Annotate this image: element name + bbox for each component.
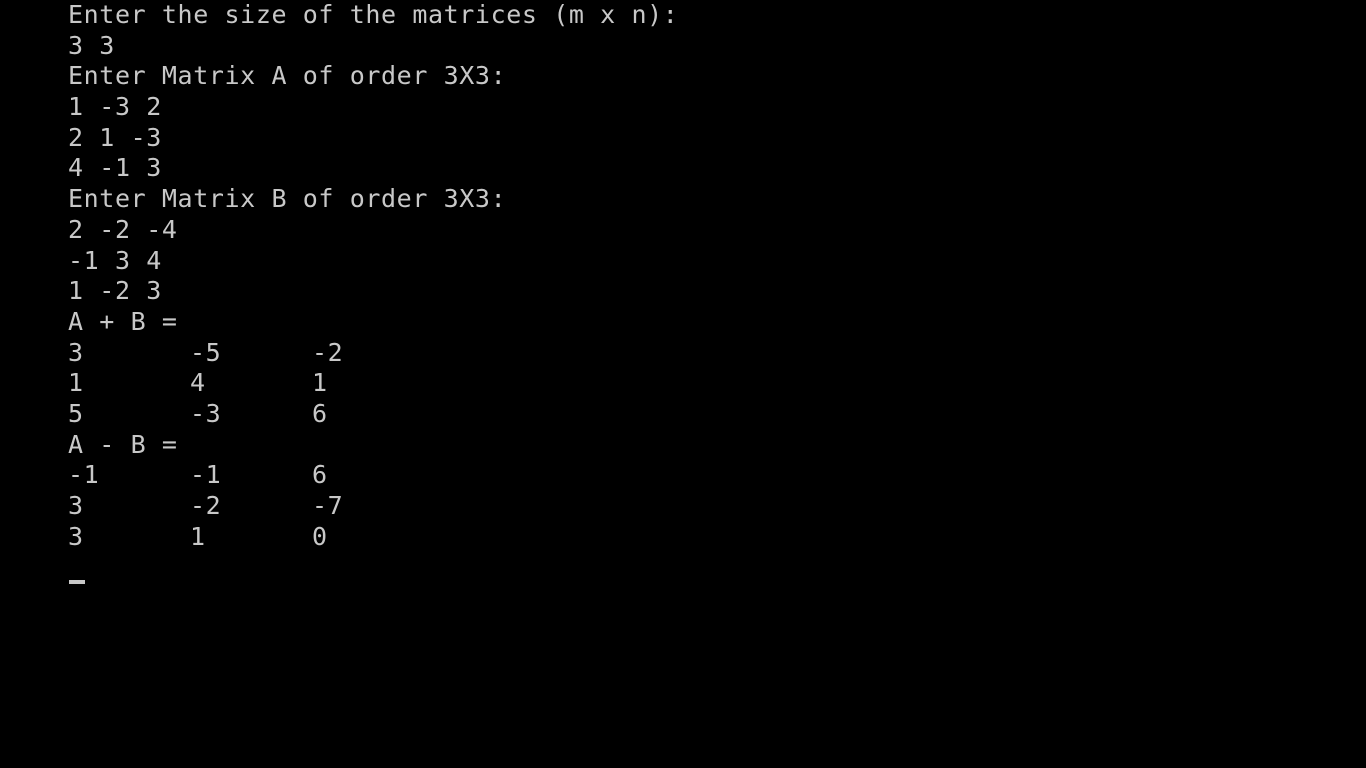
text-cursor xyxy=(69,580,85,585)
cursor-line xyxy=(68,552,678,592)
matrix-b-input-row: 1 -2 3 xyxy=(68,276,162,306)
sum-cell: -5 xyxy=(190,337,222,367)
sum-cell: 1 xyxy=(68,368,84,398)
matrix-a-prompt: Enter Matrix A of order 3X3: xyxy=(68,61,507,91)
matrix-a-input-row: 2 1 -3 xyxy=(68,122,162,152)
matrix-a-input-row: 1 -3 2 xyxy=(68,92,162,122)
sum-row: 1 4 1 xyxy=(68,368,678,399)
sum-cell: -3 xyxy=(190,398,222,428)
difference-row: 3 -2 -7 xyxy=(68,491,678,522)
difference-row: 3 1 0 xyxy=(68,522,678,553)
sum-row: 5 -3 6 xyxy=(68,399,678,430)
size-prompt: Enter the size of the matrices (m x n): xyxy=(68,0,679,29)
sum-cell: 5 xyxy=(68,398,84,428)
difference-cell: -2 xyxy=(190,491,222,520)
difference-cell: -7 xyxy=(312,491,344,520)
sum-label: A + B = xyxy=(68,306,178,336)
sum-cell: -2 xyxy=(312,337,344,367)
difference-cell: -1 xyxy=(190,460,222,490)
sum-cell: 4 xyxy=(190,368,206,398)
difference-cell: 0 xyxy=(312,521,328,551)
matrix-a-input-row: 4 -1 3 xyxy=(68,153,162,183)
sum-cell: 1 xyxy=(312,368,328,398)
console-screen[interactable]: Enter the size of the matrices (m x n): … xyxy=(0,0,1366,768)
matrix-b-input-row: 2 -2 -4 xyxy=(68,214,178,244)
sum-cell: 6 xyxy=(312,398,328,428)
size-input: 3 3 xyxy=(68,30,115,60)
difference-cell: -1 xyxy=(68,460,100,490)
difference-row: -1 -1 6 xyxy=(68,460,678,491)
sum-row: 3 -5 -2 xyxy=(68,338,678,369)
sum-cell: 3 xyxy=(68,337,84,367)
console-output: Enter the size of the matrices (m x n): … xyxy=(68,0,678,592)
matrix-b-prompt: Enter Matrix B of order 3X3: xyxy=(68,184,507,214)
matrix-b-input-row: -1 3 4 xyxy=(68,245,162,275)
difference-label: A - B = xyxy=(68,429,178,459)
difference-cell: 3 xyxy=(68,521,84,551)
difference-cell: 3 xyxy=(68,491,84,520)
difference-cell: 1 xyxy=(190,521,206,551)
difference-cell: 6 xyxy=(312,460,328,490)
